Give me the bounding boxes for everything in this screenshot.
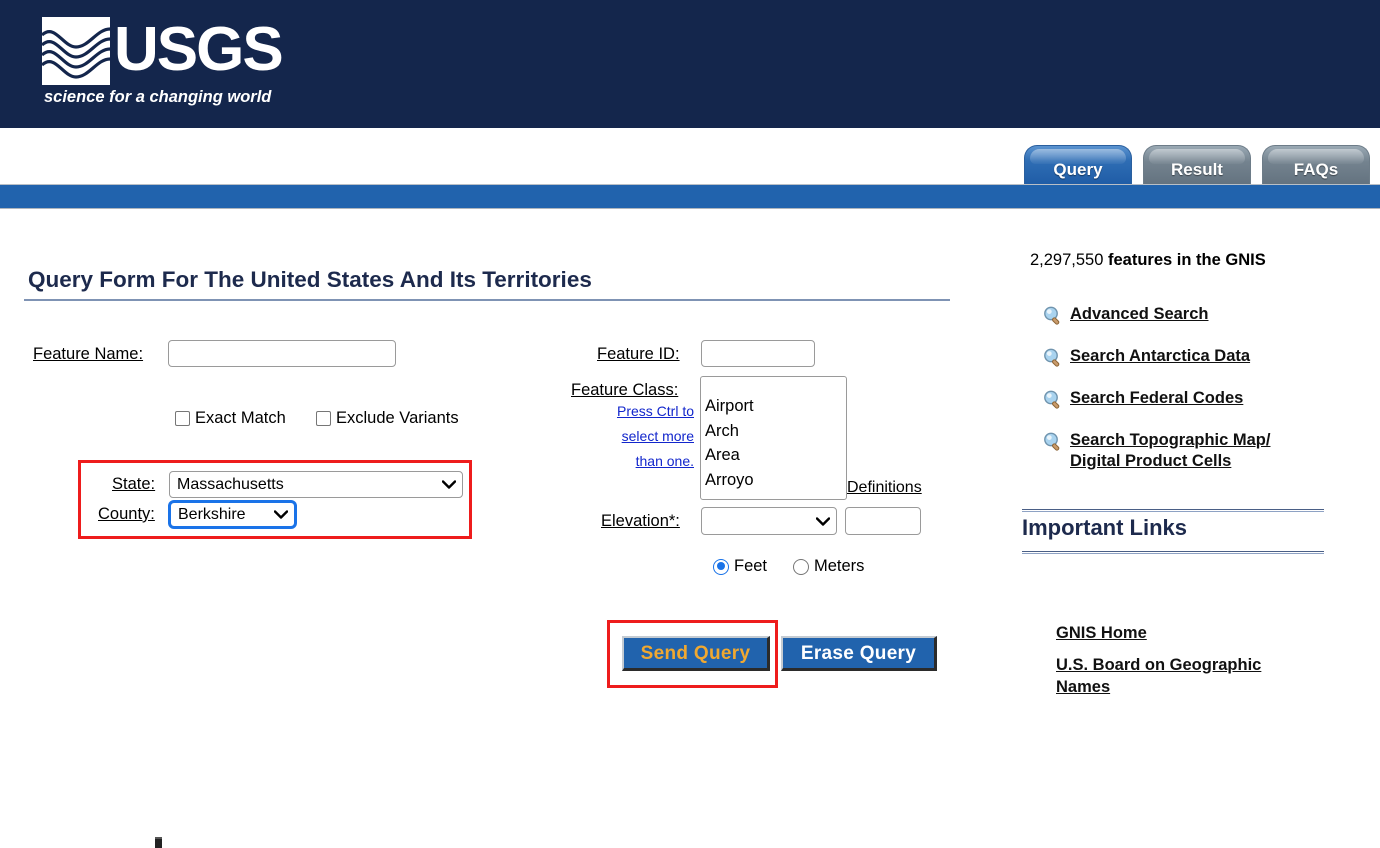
feature-name-input[interactable] (168, 340, 396, 367)
nav-blue-bar (0, 184, 1380, 209)
feature-class-option[interactable]: Area (701, 443, 846, 468)
feature-id-label: Feature ID: (597, 345, 680, 363)
exact-match-label: Exact Match (195, 409, 286, 427)
exact-match-checkbox[interactable]: Exact Match (175, 409, 286, 428)
important-link-us-board-geographic-names[interactable]: U.S. Board on Geographic Names (1056, 654, 1261, 698)
elevation-value-input[interactable] (845, 507, 921, 535)
feature-class-option[interactable]: Airport (701, 394, 846, 419)
exclude-variants-label: Exclude Variants (336, 409, 459, 427)
send-query-button[interactable]: Send Query (622, 636, 770, 671)
elevation-label: Elevation*: (601, 512, 680, 530)
chevron-down-icon (274, 510, 288, 519)
sidebar-link-search-antarctica-data[interactable]: Search Antarctica Data (1042, 346, 1250, 369)
sidebar-link-label-line2: Digital Product Cells (1070, 452, 1232, 470)
unit-meters-radio[interactable]: Meters (793, 557, 864, 576)
important-links-title: Important Links (1022, 515, 1188, 540)
title-divider (24, 299, 950, 301)
tab-faqs-label: FAQs (1293, 160, 1339, 179)
features-count-suffix: features in the GNIS (1108, 251, 1266, 269)
feature-class-option[interactable]: Arroyo (701, 468, 846, 493)
chevron-down-icon (442, 480, 456, 489)
unit-meters-label: Meters (814, 557, 865, 575)
search-icon (1044, 390, 1060, 409)
checkbox-box-icon (175, 411, 190, 426)
feature-class-label: Feature Class: (571, 381, 679, 399)
sidebar-link-label: Search Federal Codes (1070, 389, 1244, 407)
important-link-label-line2: Names (1056, 678, 1111, 696)
sidebar-link-search-federal-codes[interactable]: Search Federal Codes (1042, 388, 1243, 411)
search-icon (1044, 348, 1060, 367)
unit-feet-radio[interactable]: Feet (713, 557, 767, 576)
county-select[interactable]: Berkshire (169, 501, 296, 528)
press-ctrl-hint-link-2[interactable]: select more (622, 428, 694, 444)
important-links-rule-bottom (1022, 551, 1324, 554)
feature-class-option[interactable]: Arch (701, 419, 846, 444)
feature-class-listbox[interactable]: Airport Arch Area Arroyo (700, 376, 847, 500)
sidebar: 2,297,550 features in the GNIS Advanced … (1010, 209, 1380, 704)
usgs-tagline: science for a changing world (44, 88, 272, 106)
erase-query-button[interactable]: Erase Query (781, 636, 937, 671)
usgs-wordmark: USGS (114, 15, 284, 84)
state-select[interactable]: Massachusetts (169, 471, 463, 498)
sidebar-link-label: Search Topographic Map/ (1070, 431, 1271, 449)
feature-name-label: Feature Name: (33, 345, 144, 363)
feature-id-input[interactable] (701, 340, 815, 367)
exclude-variants-checkbox[interactable]: Exclude Variants (316, 409, 459, 428)
chevron-down-icon (816, 516, 830, 526)
features-count-number: 2,297,550 (1030, 251, 1104, 269)
elevation-operator-select[interactable] (701, 507, 837, 535)
press-ctrl-hint-link-3[interactable]: than one. (636, 453, 694, 469)
tab-result-label: Result (1171, 160, 1223, 179)
checkbox-box-icon (316, 411, 331, 426)
query-form-panel: Query Form For The United States And Its… (0, 209, 1000, 848)
usgs-logo[interactable]: USGS science for a changing world (42, 14, 342, 114)
tab-query[interactable]: Query (1024, 145, 1132, 185)
page-title: Query Form For The United States And Its… (28, 267, 592, 292)
small-marker-glyph (155, 837, 162, 848)
sidebar-link-label: Advanced Search (1070, 305, 1209, 323)
sidebar-link-advanced-search[interactable]: Advanced Search (1042, 304, 1208, 327)
radio-circle-icon (713, 558, 729, 575)
definitions-link[interactable]: Definitions (847, 479, 922, 496)
sidebar-link-search-topographic-map[interactable]: Search Topographic Map/ Digital Product … (1042, 430, 1270, 472)
definitions-link-wrap: Definitions (847, 479, 922, 497)
county-label: County: (98, 505, 155, 523)
search-icon (1044, 306, 1060, 325)
search-icon (1044, 432, 1060, 451)
important-links-rule-top (1022, 509, 1324, 512)
tab-result[interactable]: Result (1143, 145, 1251, 185)
feature-class-hint: Press Ctrl to select more than one. (566, 399, 694, 474)
press-ctrl-hint-link-1[interactable]: Press Ctrl to (617, 403, 694, 419)
important-link-label: U.S. Board on Geographic (1056, 656, 1262, 674)
sidebar-link-label: Search Antarctica Data (1070, 347, 1251, 365)
unit-feet-label: Feet (734, 557, 768, 575)
usgs-wave-mark-icon (42, 17, 110, 85)
tab-query-label: Query (1053, 160, 1103, 179)
county-select-value: Berkshire (178, 505, 246, 523)
important-link-gnis-home[interactable]: GNIS Home (1056, 622, 1147, 644)
state-select-value: Massachusetts (177, 475, 284, 493)
tab-faqs[interactable]: FAQs (1262, 145, 1370, 185)
features-count: 2,297,550 features in the GNIS (1030, 251, 1266, 270)
usgs-header-band: USGS science for a changing world (0, 0, 1380, 128)
radio-circle-icon (793, 558, 809, 575)
state-label: State: (112, 475, 156, 493)
